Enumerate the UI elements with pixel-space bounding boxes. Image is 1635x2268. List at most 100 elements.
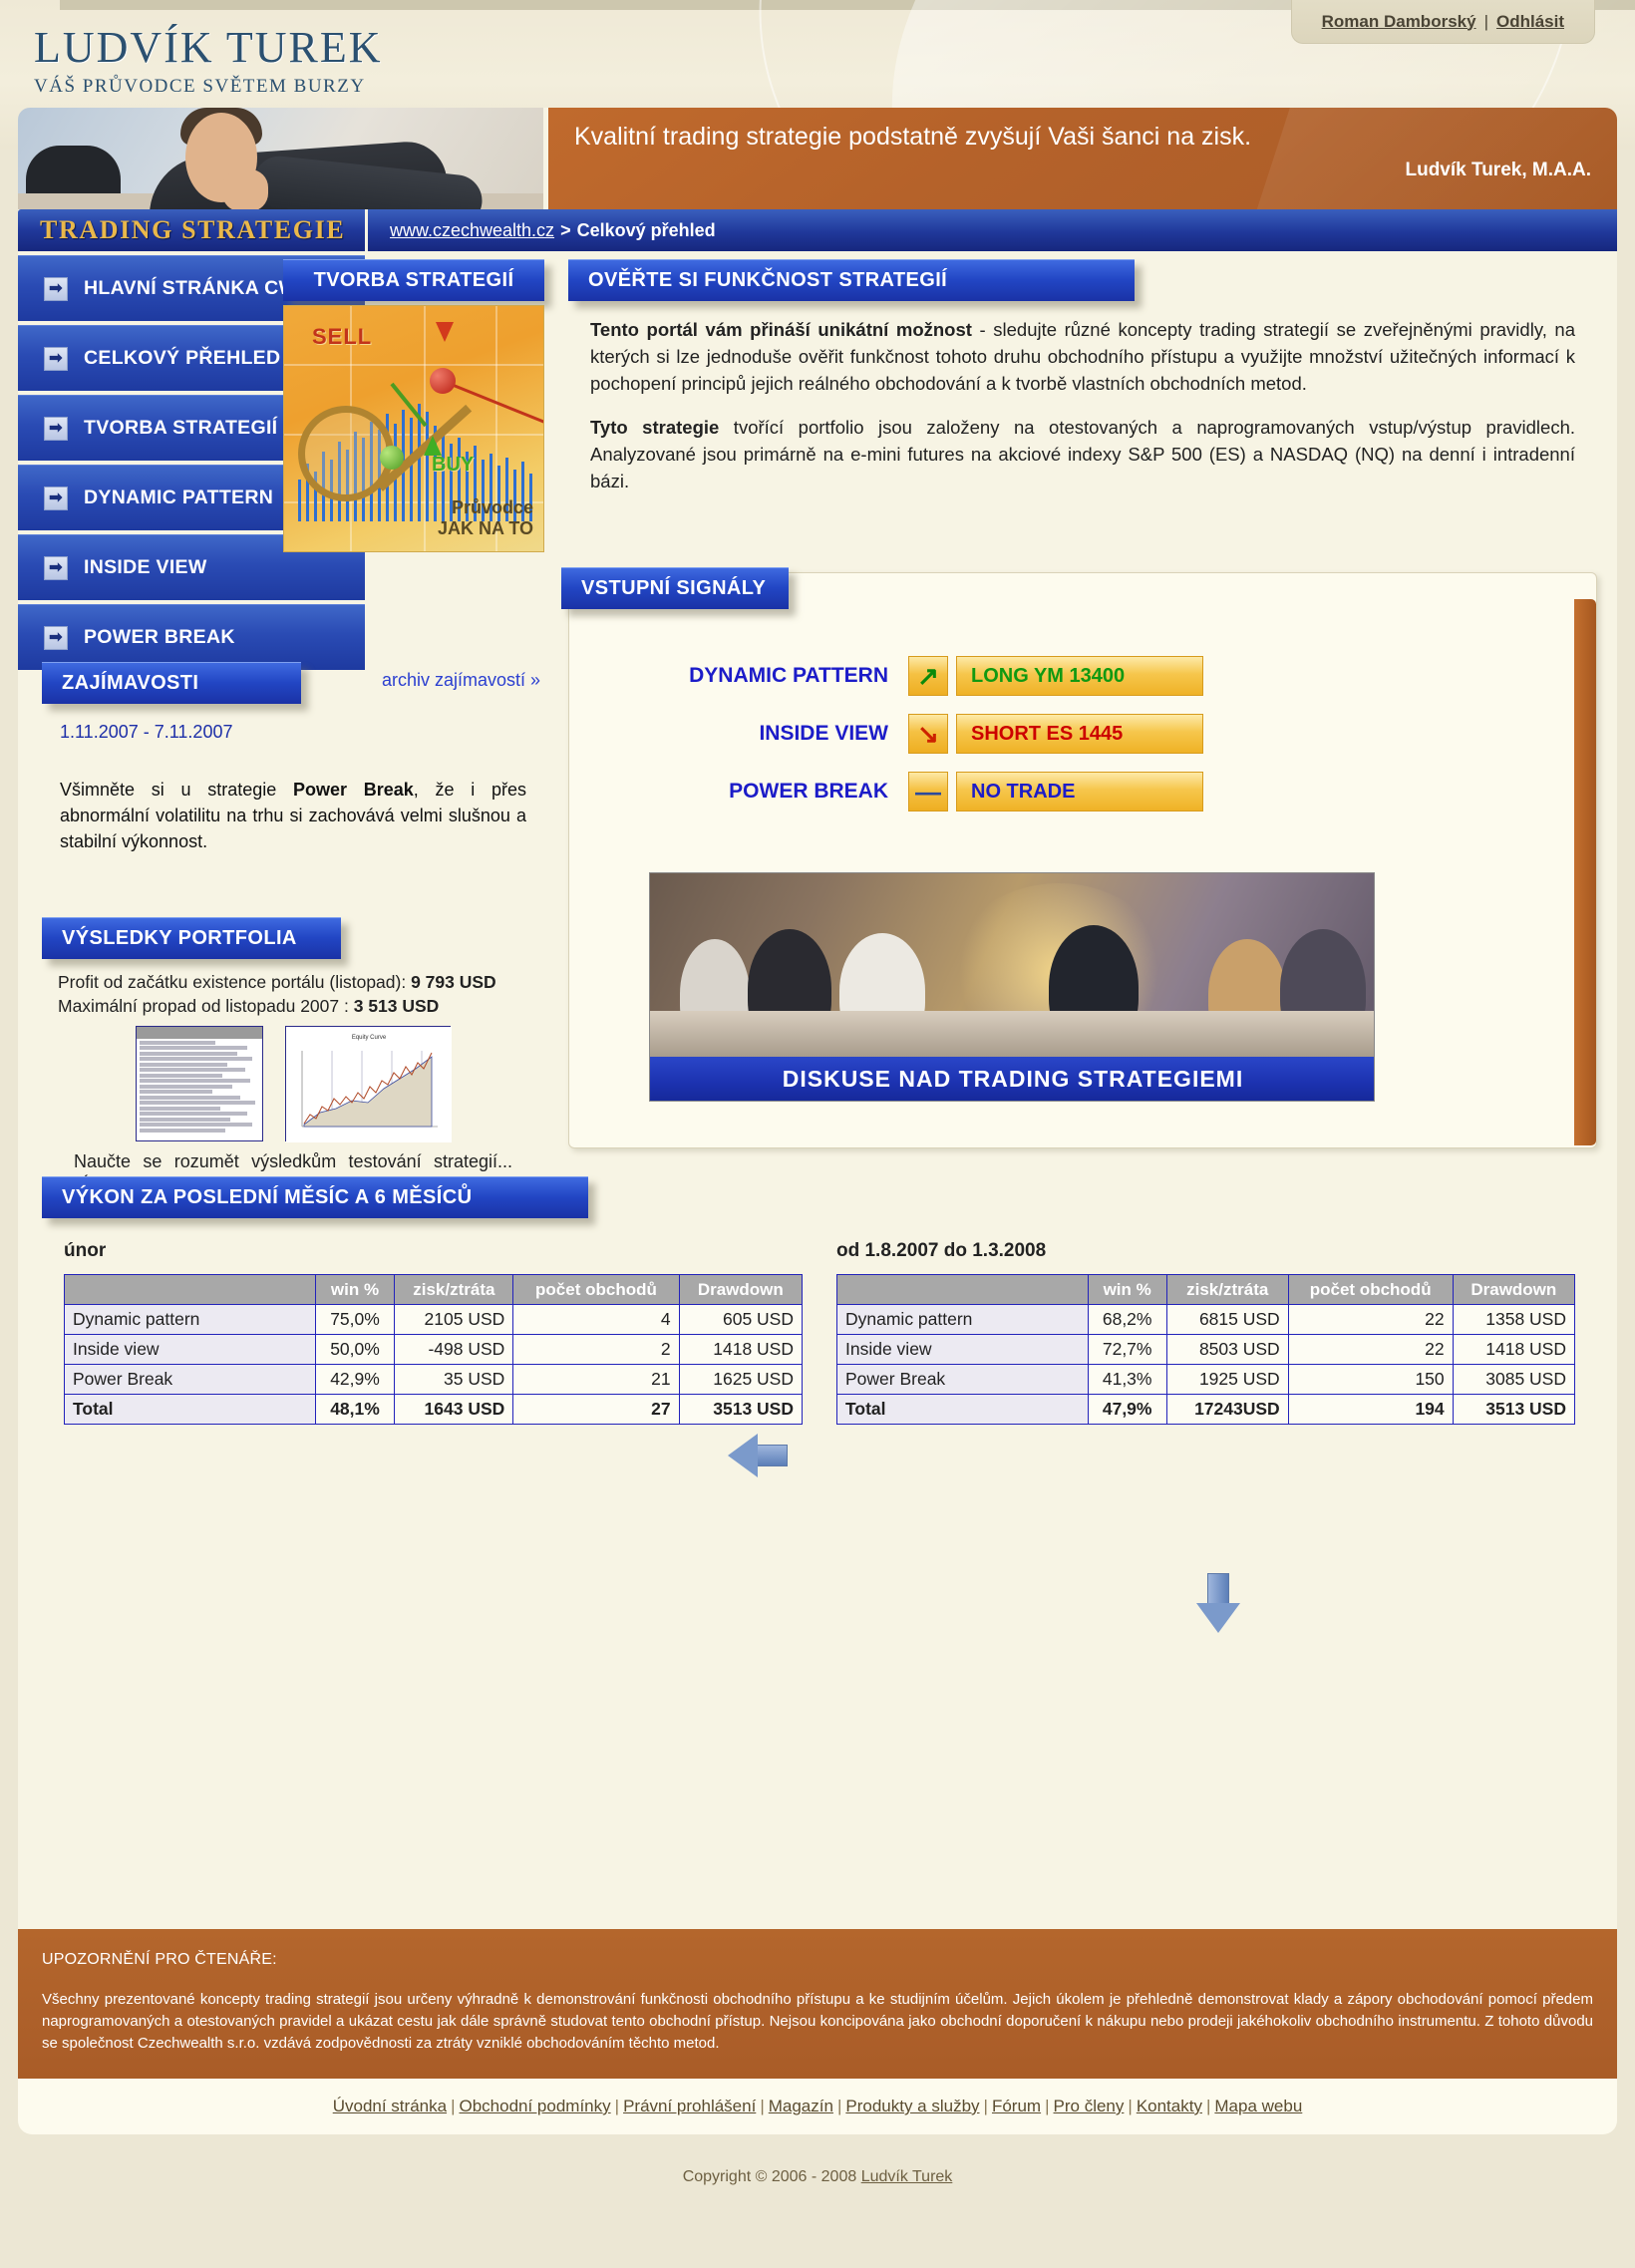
- cell-pnl: 1925 USD: [1165, 1364, 1289, 1395]
- copyright-link[interactable]: Ludvík Turek: [861, 2168, 953, 2185]
- footer-separator: |: [1205, 2097, 1211, 2115]
- down-arrow-to-performance: [1196, 1573, 1240, 1633]
- disclaimer-body: Všechny prezentované koncepty trading st…: [42, 1991, 1593, 2052]
- performance-table-6months: od 1.8.2007 do 1.3.2008 win % zisk/ztrát…: [836, 1240, 1576, 1425]
- cell-drawdown: 1418 USD: [1452, 1334, 1576, 1365]
- arrow-right-icon: ➡: [44, 346, 68, 371]
- breadcrumb-home-link[interactable]: www.czechwealth.cz: [390, 220, 554, 241]
- cell-trades: 2: [512, 1334, 680, 1365]
- signals-orange-accent-bar: [1574, 599, 1596, 1145]
- breadcrumb-current: Celkový přehled: [576, 219, 716, 240]
- footer-link-mapa-webu[interactable]: Mapa webu: [1214, 2097, 1302, 2116]
- sell-arrow-icon: [436, 322, 454, 342]
- column-header-pnl: zisk/ztráta: [394, 1274, 514, 1305]
- vysledky-body: Profit od začátku existence portálu (lis…: [42, 959, 544, 1193]
- performance-caption-month: únor: [64, 1240, 107, 1261]
- sidebar-item-label: CELKOVÝ PŘEHLED: [84, 347, 281, 369]
- equity-curve-svg: Equity Curve: [286, 1027, 452, 1143]
- buy-label: BUY: [432, 454, 475, 476]
- cell-pnl: 8503 USD: [1165, 1334, 1289, 1365]
- cell-name: Dynamic pattern: [64, 1304, 316, 1335]
- table-header-row: win % zisk/ztráta počet obchodů Drawdown: [836, 1274, 1576, 1305]
- cell-name: Power Break: [836, 1364, 1089, 1395]
- zajimavosti-title: ZAJÍMAVOSTI: [42, 662, 301, 704]
- guide-caption: Průvodce JAK NA TO: [438, 497, 533, 539]
- signal-row-inside-view[interactable]: INSIDE VIEW ↘ SHORT ES 1445: [609, 711, 1566, 757]
- overte-p2-bold: Tyto strategie: [590, 417, 720, 439]
- footer-link-produkty-a-sluzby[interactable]: Produkty a služby: [845, 2097, 979, 2116]
- column-header-blank: [836, 1274, 1089, 1305]
- signal-row-power-break[interactable]: POWER BREAK — NO TRADE: [609, 769, 1566, 814]
- footer-link-pravni-prohlaseni[interactable]: Právní prohlášení: [623, 2097, 756, 2116]
- signal-strategy-label: INSIDE VIEW: [759, 722, 888, 745]
- copyright-text: Copyright © 2006 - 2008: [682, 2168, 861, 2185]
- cell-drawdown: 1625 USD: [678, 1364, 804, 1395]
- cell-pnl: 2105 USD: [394, 1304, 514, 1335]
- vysledky-line1-label: Profit od začátku existence portálu (lis…: [58, 972, 412, 992]
- tvorba-strategii-promo[interactable]: TVORBA STRATEGIÍ SELL BUY Průvodce JAK N…: [283, 259, 544, 648]
- copyright: Copyright © 2006 - 2008 Ludvík Turek: [0, 2168, 1635, 2186]
- vysledky-line1-value: 9 793 USD: [411, 972, 496, 992]
- zajimavosti-text-bold: Power Break: [293, 780, 414, 800]
- footer-separator: |: [451, 2097, 456, 2115]
- arrow-right-icon: ➡: [44, 555, 68, 580]
- cell-trades: 22: [1287, 1304, 1454, 1335]
- vysledky-title: VÝSLEDKY PORTFOLIA: [42, 917, 341, 959]
- performance-table-month: únor win % zisk/ztráta počet obchodů Dra…: [64, 1240, 804, 1425]
- cell-trades: 21: [512, 1364, 680, 1395]
- cell-drawdown: 3513 USD: [678, 1394, 804, 1425]
- footer-separator: |: [1128, 2097, 1133, 2115]
- cell-win: 72,7%: [1087, 1334, 1167, 1365]
- footer-link-forum[interactable]: Fórum: [992, 2097, 1041, 2116]
- breadcrumb-separator: >: [560, 219, 571, 240]
- cell-pnl: 17243USD: [1165, 1394, 1289, 1425]
- footer-link-obchodni-podminky[interactable]: Obchodní podmínky: [459, 2097, 610, 2116]
- column-header-trades: počet obchodů: [512, 1274, 680, 1305]
- logo-tagline: VÁŠ PRŮVODCE SVĚTEM BURZY: [34, 76, 366, 97]
- column-header-win: win %: [314, 1274, 396, 1305]
- cell-trades: 27: [512, 1394, 680, 1425]
- cell-name: Inside view: [836, 1334, 1089, 1365]
- footer-link-magazin[interactable]: Magazín: [769, 2097, 833, 2116]
- cell-win: 47,9%: [1087, 1394, 1167, 1425]
- user-name-link[interactable]: Roman Damborský: [1322, 12, 1476, 32]
- vstupni-signaly-panel: VSTUPNÍ SIGNÁLY DYNAMIC PATTERN ↗ LONG Y…: [561, 567, 1597, 1148]
- site-logo[interactable]: LUDVÍK TUREK VÁŠ PRŮVODCE SVĚTEM BURZY: [34, 22, 383, 98]
- tvorba-promo-image: SELL BUY Průvodce JAK NA TO: [283, 305, 544, 552]
- signal-value: NO TRADE: [956, 772, 1203, 811]
- footer-link-kontakty[interactable]: Kontakty: [1137, 2097, 1202, 2116]
- logout-link[interactable]: Odhlásit: [1496, 12, 1564, 32]
- overte-paragraph-2: Tyto strategie tvořící portfolio jsou za…: [590, 415, 1575, 494]
- overte-panel: OVĚŘTE SI FUNKČNOST STRATEGIÍ Tento port…: [568, 259, 1597, 542]
- signal-strategy-label: DYNAMIC PATTERN: [689, 664, 888, 687]
- zajimavosti-archive-link[interactable]: archiv zajímavostí »: [382, 670, 540, 691]
- banner-table: [650, 1011, 1374, 1057]
- disclaimer-title: UPOZORNĚNÍ PRO ČTENÁŘE:: [42, 1951, 277, 1968]
- table-row: Dynamic pattern 68,2% 6815 USD 22 1358 U…: [836, 1304, 1576, 1335]
- cell-drawdown: 3513 USD: [1452, 1394, 1576, 1425]
- arrow-up-right-icon: ↗: [908, 656, 948, 696]
- equity-curve-thumbnail[interactable]: Equity Curve: [285, 1026, 452, 1143]
- guide-line1: Průvodce: [451, 497, 533, 517]
- signal-row-dynamic-pattern[interactable]: DYNAMIC PATTERN ↗ LONG YM 13400: [609, 653, 1566, 699]
- footer-link-uvodni-stranka[interactable]: Úvodní stránka: [333, 2097, 447, 2116]
- footer-separator: |: [1045, 2097, 1050, 2115]
- cell-win: 68,2%: [1087, 1304, 1167, 1335]
- cell-drawdown: 1418 USD: [678, 1334, 804, 1365]
- cell-name: Dynamic pattern: [836, 1304, 1089, 1335]
- zajimavosti-panel: ZAJÍMAVOSTI archiv zajímavostí » 1.11.20…: [42, 662, 544, 889]
- vysledky-line2-label: Maximální propad od listopadu 2007 :: [58, 995, 354, 1016]
- column-header-pnl: zisk/ztráta: [1165, 1274, 1289, 1305]
- footer-links: Úvodní stránka | Obchodní podmínky | Právn…: [18, 2079, 1617, 2134]
- signal-strategy-label: POWER BREAK: [729, 780, 888, 803]
- sidebar-item-label: POWER BREAK: [84, 626, 235, 648]
- overte-p2-rest: tvořící portfolio jsou založeny na otest…: [590, 417, 1575, 492]
- summary-all-trades-thumbnail[interactable]: [136, 1026, 263, 1142]
- logo-title: LUDVÍK TUREK: [34, 23, 383, 72]
- footer-link-pro-cleny[interactable]: Pro členy: [1054, 2097, 1125, 2116]
- overte-paragraph-1: Tento portál vám přináší unikátní možnos…: [590, 317, 1575, 397]
- diskuse-banner[interactable]: DISKUSE NAD TRADING STRATEGIEMI: [649, 872, 1375, 1102]
- arrow-right-icon: ➡: [44, 486, 68, 510]
- table-row: Inside view 50,0% -498 USD 2 1418 USD: [64, 1334, 804, 1365]
- cell-drawdown: 1358 USD: [1452, 1304, 1576, 1335]
